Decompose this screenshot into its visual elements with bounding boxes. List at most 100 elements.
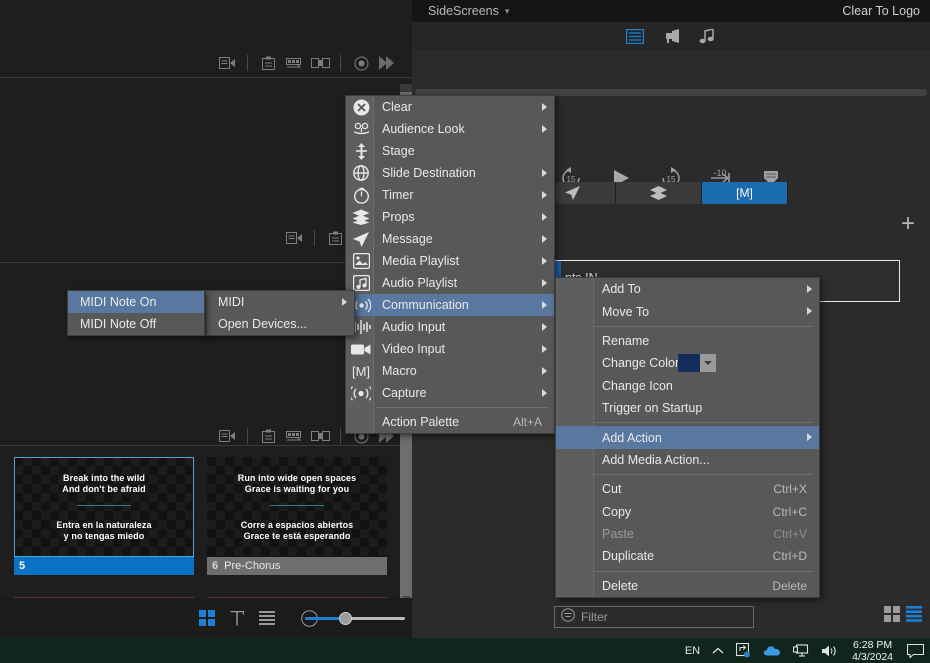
- slide-line-es-2: Grace te está esperando: [243, 531, 351, 541]
- menu-item-move-to[interactable]: Move To: [556, 300, 819, 322]
- menu-item-media-playlist[interactable]: Media Playlist: [346, 250, 554, 272]
- sync-share-icon[interactable]: [730, 638, 757, 663]
- menu-item-message[interactable]: Message: [346, 228, 554, 250]
- volume-icon[interactable]: [815, 638, 844, 663]
- menu-item-midi-note-off[interactable]: MIDI Note Off: [68, 313, 204, 335]
- menu-item-add-action[interactable]: Add Action: [556, 426, 819, 449]
- clock-time: 6:28 PM: [853, 638, 893, 651]
- toolbar-divider: [247, 428, 248, 444]
- transition-loop-icon[interactable]: [281, 52, 307, 74]
- clipboard-icon[interactable]: [255, 52, 281, 74]
- props-layers-icon: [350, 207, 372, 227]
- menu-item-label: Communication: [382, 298, 469, 312]
- transition-in-icon[interactable]: [214, 425, 240, 447]
- split-slide-icon[interactable]: [307, 52, 333, 74]
- chevron-down-icon[interactable]: ▾: [505, 6, 510, 17]
- menu-item-slide-destination[interactable]: Slide Destination: [346, 162, 554, 184]
- menu-item-props[interactable]: Props: [346, 206, 554, 228]
- menu-item-change-color[interactable]: Change Color: [556, 352, 819, 374]
- color-swatch-picker[interactable]: [678, 354, 716, 373]
- announcement-icon[interactable]: [660, 26, 682, 46]
- submenu-arrow-icon: [542, 103, 547, 111]
- transition-loop-icon[interactable]: [281, 425, 307, 447]
- add-action-menu: Clear Audience Look Stage Slide Destinat…: [345, 95, 555, 434]
- menu-item-video-input[interactable]: Video Input: [346, 338, 554, 360]
- slider-handle[interactable]: [339, 612, 352, 625]
- transition-in-icon[interactable]: [281, 227, 307, 249]
- toolbar-divider: [247, 55, 248, 71]
- menu-item-communication[interactable]: Communication: [346, 294, 554, 316]
- slide-number: 5: [19, 560, 26, 572]
- filter-input[interactable]: Filter: [554, 606, 754, 628]
- system-tray: EN 6:28 PM 4/3/2024: [679, 638, 930, 663]
- submenu-arrow-icon: [542, 301, 547, 309]
- menu-item-open-devices[interactable]: Open Devices...: [206, 313, 354, 335]
- stage-icon: [350, 141, 372, 161]
- text-view-icon[interactable]: [222, 605, 252, 631]
- tab-props[interactable]: [616, 182, 702, 204]
- color-swatch: [678, 354, 700, 373]
- transition-in-icon[interactable]: [214, 52, 240, 74]
- grid-view-icon[interactable]: [192, 605, 222, 631]
- music-icon[interactable]: [696, 26, 718, 46]
- split-slide-icon[interactable]: [307, 425, 333, 447]
- grid-view-icon[interactable]: [884, 606, 900, 627]
- menu-item-cut[interactable]: Cut Ctrl+X: [556, 478, 819, 500]
- list-view-icon[interactable]: [252, 605, 282, 631]
- submenu-arrow-icon: [342, 298, 347, 306]
- menu-item-add-to[interactable]: Add To: [556, 278, 819, 300]
- next-icon[interactable]: [374, 52, 400, 74]
- panel-title[interactable]: SideScreens: [428, 4, 499, 18]
- chevron-down-icon[interactable]: [700, 354, 716, 373]
- display-icon[interactable]: [787, 638, 815, 663]
- menu-item-audio-playlist[interactable]: Audio Playlist: [346, 272, 554, 294]
- slide-thumbnail[interactable]: Break into the wild And don't be afraid …: [14, 457, 194, 575]
- chevron-up-icon[interactable]: [706, 638, 730, 663]
- menu-item-change-icon[interactable]: Change Icon: [556, 375, 819, 397]
- menu-item-label: Props: [382, 210, 415, 224]
- svg-text:[M]: [M]: [352, 364, 370, 379]
- menu-item-add-media-action[interactable]: Add Media Action...: [556, 449, 819, 471]
- clipboard-icon[interactable]: [255, 425, 281, 447]
- menu-item-duplicate[interactable]: Duplicate Ctrl+D: [556, 545, 819, 567]
- menu-item-midi-note-on[interactable]: MIDI Note On: [68, 291, 204, 313]
- submenu-arrow-icon: [542, 125, 547, 133]
- onedrive-cloud-icon[interactable]: [757, 638, 787, 663]
- menu-item-label: Copy: [602, 504, 632, 519]
- slide-line-en-2: Grace is waiting for you: [244, 484, 350, 494]
- list-view-icon[interactable]: [906, 606, 922, 627]
- text-view-icon[interactable]: [624, 26, 646, 46]
- video-input-icon: [350, 339, 372, 359]
- menu-item-delete[interactable]: Delete Delete: [556, 575, 819, 597]
- menu-item-label: Action Palette: [382, 415, 460, 429]
- submenu-arrow-icon: [542, 367, 547, 375]
- menu-item-rename[interactable]: Rename: [556, 330, 819, 352]
- clock[interactable]: 6:28 PM 4/3/2024: [844, 639, 901, 663]
- menu-item-copy[interactable]: Copy Ctrl+C: [556, 501, 819, 523]
- menu-item-audience-look[interactable]: Audience Look: [346, 118, 554, 140]
- menu-item-audio-input[interactable]: Audio Input: [346, 316, 554, 338]
- language-indicator[interactable]: EN: [679, 638, 706, 663]
- timer-icon: [350, 185, 372, 205]
- add-macro-button[interactable]: +: [896, 212, 920, 236]
- filter-icon: [561, 607, 575, 627]
- menu-item-capture[interactable]: Capture: [346, 382, 554, 404]
- zoom-slider[interactable]: [305, 612, 405, 625]
- menu-item-clear[interactable]: Clear: [346, 96, 554, 118]
- submenu-arrow-icon: [542, 169, 547, 177]
- record-icon[interactable]: [348, 52, 374, 74]
- slide-thumbnail[interactable]: Run into wide open spaces Grace is waiti…: [207, 457, 387, 575]
- menu-item-midi[interactable]: MIDI: [206, 291, 354, 313]
- notification-icon[interactable]: [901, 638, 930, 663]
- slide-line-en-2: And don't be afraid: [62, 484, 146, 494]
- menu-item-stage[interactable]: Stage: [346, 140, 554, 162]
- clear-to-logo-button[interactable]: Clear To Logo: [842, 4, 920, 18]
- menu-item-trigger-on-startup[interactable]: Trigger on Startup: [556, 397, 819, 419]
- submenu-arrow-icon: [807, 307, 812, 316]
- macro-context-menu: Add To Move To Rename Change Color Chang…: [555, 277, 820, 599]
- menu-item-timer[interactable]: Timer: [346, 184, 554, 206]
- menu-item-macro[interactable]: [M] Macro: [346, 360, 554, 382]
- submenu-arrow-icon: [807, 285, 812, 293]
- tab-macro[interactable]: [M]: [702, 182, 788, 204]
- menu-item-action-palette[interactable]: Action Palette Alt+A: [346, 411, 554, 433]
